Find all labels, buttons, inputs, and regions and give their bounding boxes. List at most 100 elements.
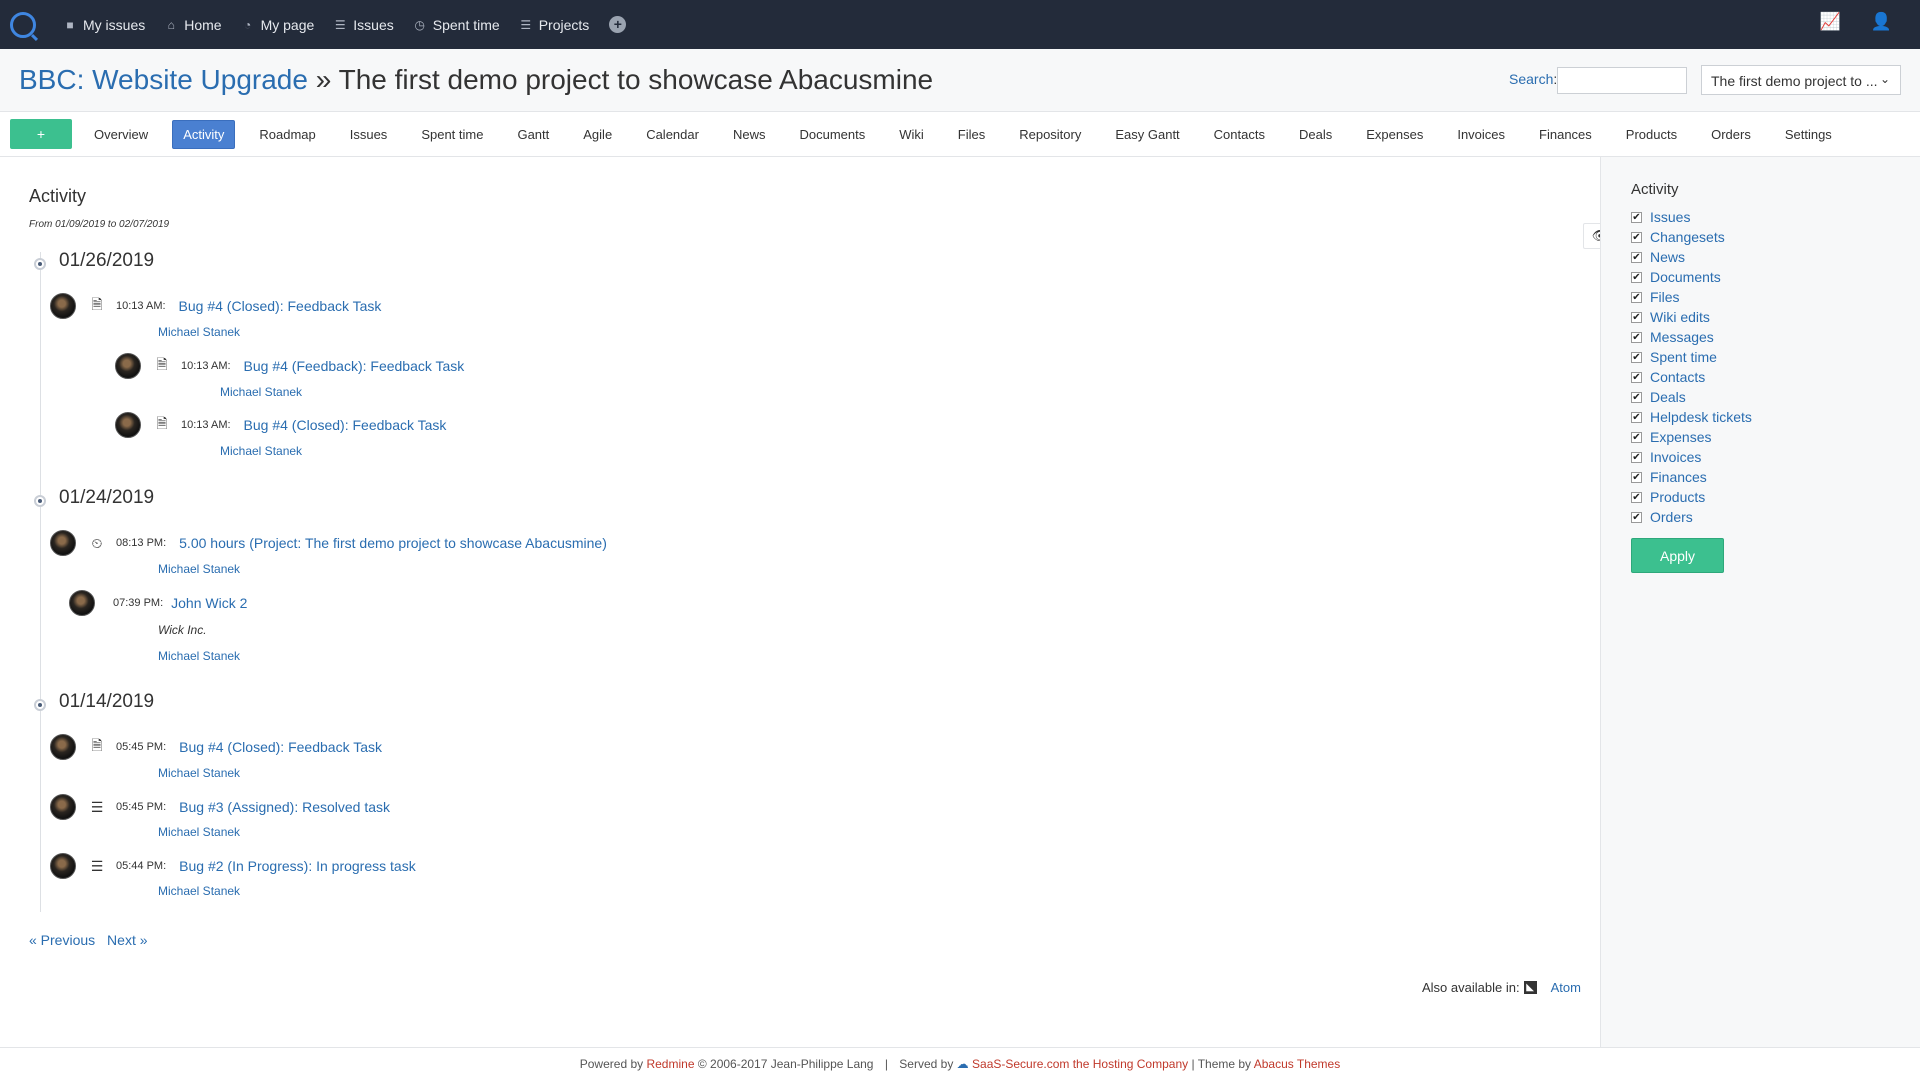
checkbox[interactable]: ✔ [1631, 271, 1642, 283]
parent-project-link[interactable]: BBC: Website Upgrade [19, 64, 308, 95]
entry-title-link[interactable]: John Wick 2 [171, 595, 247, 611]
topnav-my-page[interactable]: ◔ My page [242, 17, 314, 33]
checkbox[interactable]: ✔ [1631, 511, 1642, 523]
next-link[interactable]: Next » [107, 932, 147, 948]
tab-agile[interactable]: Agile [573, 121, 622, 148]
previous-link[interactable]: « Previous [29, 932, 95, 948]
tab-repository[interactable]: Repository [1009, 121, 1091, 148]
filter-issues[interactable]: ✔ Issues [1631, 207, 1752, 227]
checkbox[interactable]: ✔ [1631, 291, 1642, 303]
tab-spent-time[interactable]: Spent time [411, 121, 493, 148]
filter-deals[interactable]: ✔ Deals [1631, 387, 1752, 407]
filter-label[interactable]: Contacts [1650, 369, 1705, 385]
checkbox[interactable]: ✔ [1631, 231, 1642, 243]
atom-link[interactable]: Atom [1551, 980, 1581, 995]
theme-link[interactable]: Abacus Themes [1254, 1057, 1341, 1071]
entry-author-link[interactable]: Michael Stanek [220, 385, 302, 399]
checkbox[interactable]: ✔ [1631, 391, 1642, 403]
filter-label[interactable]: Messages [1650, 329, 1714, 345]
filter-news[interactable]: ✔ News [1631, 247, 1752, 267]
filter-spent-time[interactable]: ✔ Spent time [1631, 347, 1752, 367]
tab-invoices[interactable]: Invoices [1447, 121, 1515, 148]
filter-wiki-edits[interactable]: ✔ Wiki edits [1631, 307, 1752, 327]
checkbox[interactable]: ✔ [1631, 311, 1642, 323]
checkbox[interactable]: ✔ [1631, 351, 1642, 363]
filter-contacts[interactable]: ✔ Contacts [1631, 367, 1752, 387]
topnav-spent-time[interactable]: ◷ Spent time [414, 17, 500, 33]
filter-label[interactable]: Issues [1650, 209, 1690, 225]
checkbox[interactable]: ✔ [1631, 471, 1642, 483]
chart-icon[interactable]: 📈 [1820, 12, 1841, 32]
entry-title-link[interactable]: Bug #4 (Closed): Feedback Task [244, 417, 447, 433]
tab-activity[interactable]: Activity [172, 119, 236, 149]
checkbox[interactable]: ✔ [1631, 491, 1642, 503]
topnav-home[interactable]: ⌂ Home [165, 17, 222, 33]
checkbox[interactable]: ✔ [1631, 371, 1642, 383]
filter-label[interactable]: Documents [1650, 269, 1721, 285]
filter-orders[interactable]: ✔ Orders [1631, 507, 1752, 527]
filter-changesets[interactable]: ✔ Changesets [1631, 227, 1752, 247]
entry-author-link[interactable]: Michael Stanek [158, 766, 240, 780]
entry-author-link[interactable]: Michael Stanek [158, 825, 240, 839]
checkbox[interactable]: ✔ [1631, 451, 1642, 463]
redmine-link[interactable]: Redmine [646, 1057, 694, 1071]
checkbox[interactable]: ✔ [1631, 411, 1642, 423]
new-item-button[interactable]: + [10, 119, 72, 149]
entry-title-link[interactable]: Bug #3 (Assigned): Resolved task [179, 799, 390, 815]
search-input[interactable] [1557, 67, 1687, 94]
tab-settings[interactable]: Settings [1775, 121, 1842, 148]
tab-contacts[interactable]: Contacts [1204, 121, 1275, 148]
filter-files[interactable]: ✔ Files [1631, 287, 1752, 307]
filter-label[interactable]: Files [1650, 289, 1680, 305]
tab-issues[interactable]: Issues [340, 121, 398, 148]
entry-title-link[interactable]: 5.00 hours (Project: The first demo proj… [179, 535, 607, 551]
filter-label[interactable]: Invoices [1650, 449, 1701, 465]
filter-expenses[interactable]: ✔ Expenses [1631, 427, 1752, 447]
entry-author-link[interactable]: Michael Stanek [158, 325, 240, 339]
checkbox[interactable]: ✔ [1631, 431, 1642, 443]
checkbox[interactable]: ✔ [1631, 251, 1642, 263]
filter-label[interactable]: News [1650, 249, 1685, 265]
tab-calendar[interactable]: Calendar [636, 121, 709, 148]
tab-roadmap[interactable]: Roadmap [249, 121, 325, 148]
tab-deals[interactable]: Deals [1289, 121, 1342, 148]
add-circle-icon[interactable]: + [609, 16, 627, 33]
filter-label[interactable]: Orders [1650, 509, 1693, 525]
apply-button[interactable]: Apply [1631, 538, 1724, 573]
filter-invoices[interactable]: ✔ Invoices [1631, 447, 1752, 467]
filter-finances[interactable]: ✔ Finances [1631, 467, 1752, 487]
user-icon[interactable]: 👤 [1871, 12, 1892, 32]
tab-products[interactable]: Products [1616, 121, 1687, 148]
filter-label[interactable]: Wiki edits [1650, 309, 1710, 325]
filter-label[interactable]: Products [1650, 489, 1705, 505]
entry-title-link[interactable]: Bug #4 (Closed): Feedback Task [179, 739, 382, 755]
topnav-projects[interactable]: ☰ Projects [520, 17, 589, 33]
tab-gantt[interactable]: Gantt [507, 121, 559, 148]
filter-label[interactable]: Deals [1650, 389, 1686, 405]
checkbox[interactable]: ✔ [1631, 331, 1642, 343]
filter-label[interactable]: Helpdesk tickets [1650, 409, 1752, 425]
filter-label[interactable]: Expenses [1650, 429, 1711, 445]
filter-documents[interactable]: ✔ Documents [1631, 267, 1752, 287]
host-link[interactable]: SaaS-Secure.com the Hosting Company [972, 1057, 1188, 1071]
tab-documents[interactable]: Documents [789, 121, 875, 148]
tab-news[interactable]: News [723, 121, 776, 148]
topnav-issues[interactable]: ☰ Issues [334, 17, 394, 33]
entry-author-link[interactable]: Michael Stanek [220, 444, 302, 458]
filter-messages[interactable]: ✔ Messages [1631, 327, 1752, 347]
tab-expenses[interactable]: Expenses [1356, 121, 1433, 148]
tab-files[interactable]: Files [948, 121, 995, 148]
project-jump-select[interactable]: The first demo project to ... ⌄ [1701, 65, 1901, 95]
tab-finances[interactable]: Finances [1529, 121, 1602, 148]
tab-overview[interactable]: Overview [84, 121, 158, 148]
topnav-my-issues[interactable]: ■ My issues [64, 17, 145, 33]
filter-label[interactable]: Changesets [1650, 229, 1725, 245]
tab-wiki[interactable]: Wiki [889, 121, 934, 148]
entry-author-link[interactable]: Michael Stanek [158, 562, 240, 576]
entry-author-link[interactable]: Michael Stanek [158, 649, 240, 663]
filter-label[interactable]: Spent time [1650, 349, 1717, 365]
entry-title-link[interactable]: Bug #4 (Closed): Feedback Task [179, 298, 382, 314]
checkbox[interactable]: ✔ [1631, 211, 1642, 223]
entry-title-link[interactable]: Bug #2 (In Progress): In progress task [179, 858, 416, 874]
entry-author-link[interactable]: Michael Stanek [158, 884, 240, 898]
